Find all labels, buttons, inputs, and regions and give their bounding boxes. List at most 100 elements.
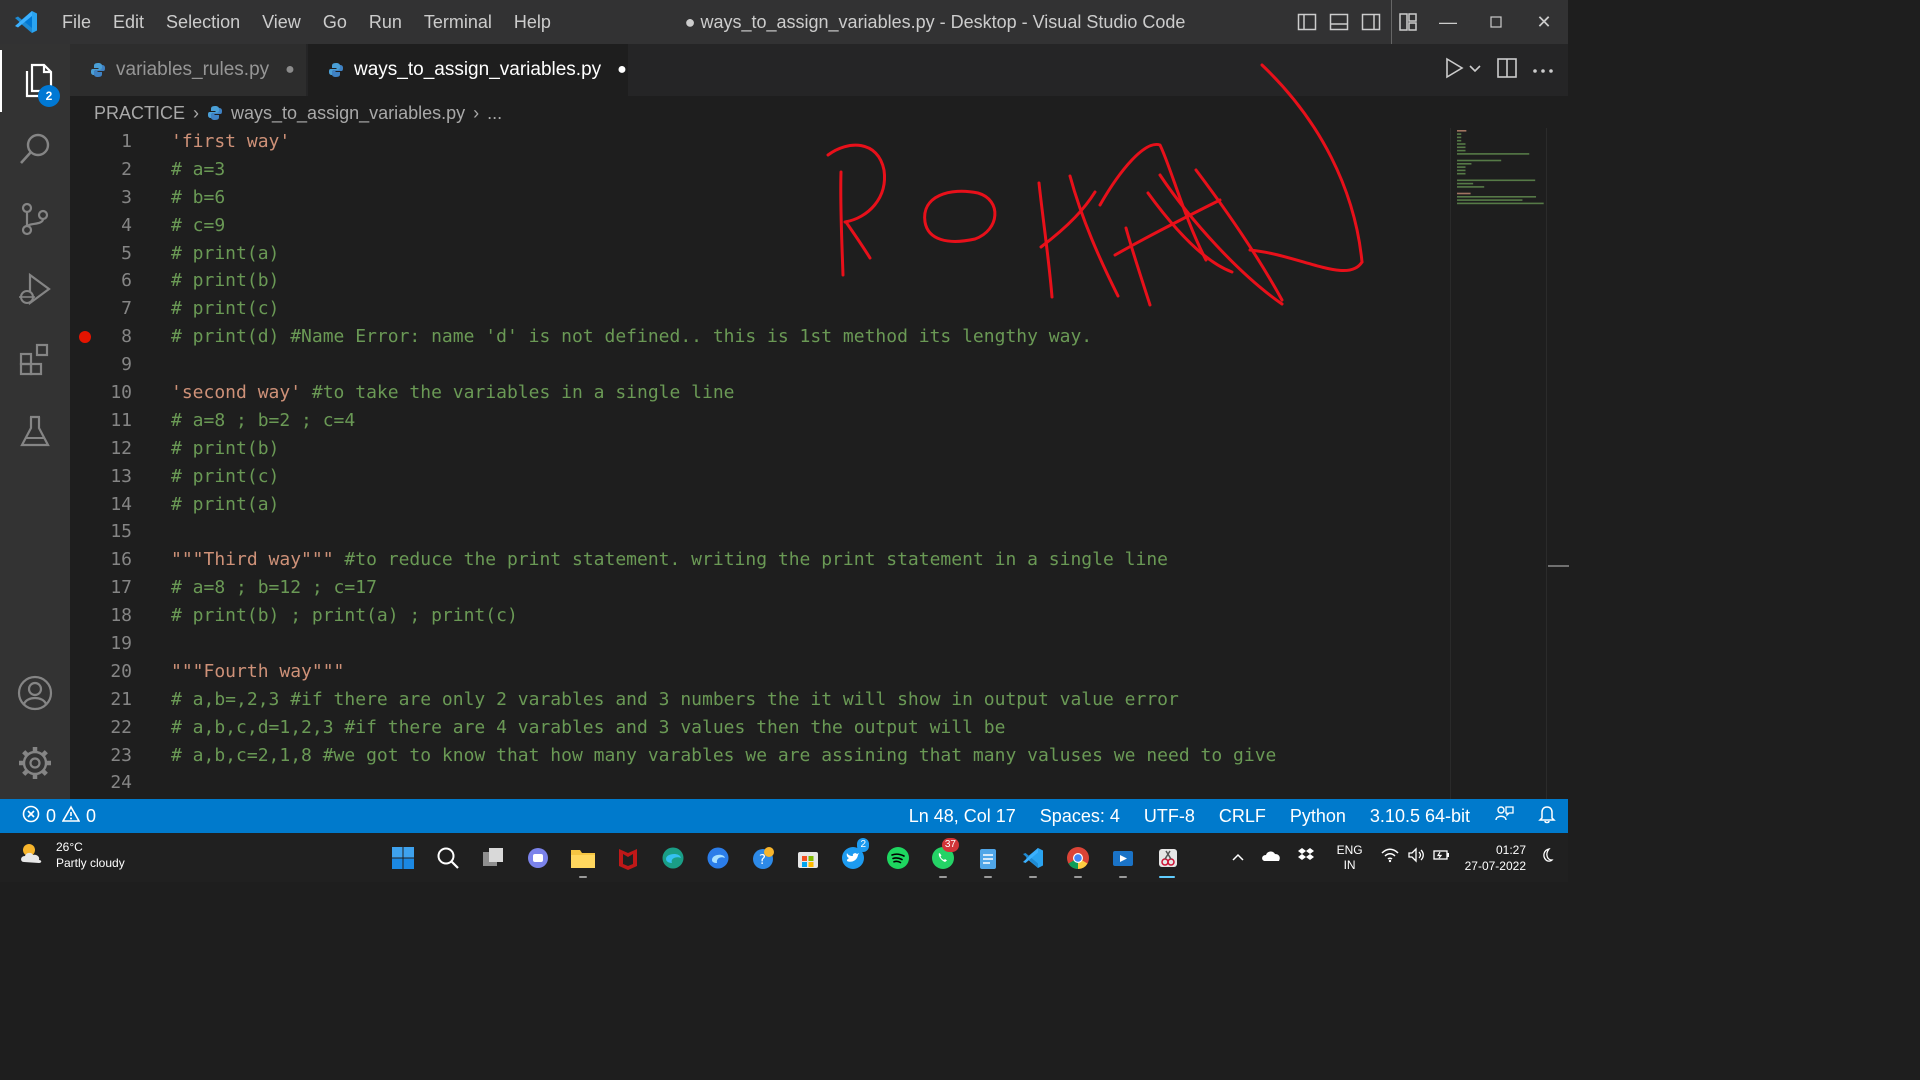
line-number[interactable]: 9 xyxy=(70,351,162,379)
breadcrumb-folder[interactable]: PRACTICE xyxy=(94,103,185,124)
help-tips-icon[interactable]: ? xyxy=(740,833,785,882)
code-line[interactable]: # print(b) ; print(a) ; print(c) xyxy=(171,602,1438,630)
code-line[interactable]: # print(a) xyxy=(171,491,1438,519)
code-line[interactable]: """Fourth way""" xyxy=(171,658,1438,686)
code-line[interactable]: # a=8 ; b=2 ; c=4 xyxy=(171,407,1438,435)
toggle-panel-icon[interactable] xyxy=(1323,0,1355,44)
quiet-hours-moon-icon[interactable] xyxy=(1538,847,1554,868)
editor-scrollbar[interactable] xyxy=(1546,128,1569,799)
code-line[interactable]: # b=6 xyxy=(171,184,1438,212)
breadcrumb-symbol[interactable]: ... xyxy=(487,103,502,124)
explorer-icon[interactable]: 2 xyxy=(0,50,72,112)
line-number[interactable]: 12 xyxy=(70,435,162,463)
line-number[interactable]: 23 xyxy=(70,742,162,770)
file-explorer-icon[interactable] xyxy=(560,833,605,882)
notepad-icon[interactable] xyxy=(965,833,1010,882)
line-number[interactable]: 6 xyxy=(70,267,162,295)
taskbar-search-icon[interactable] xyxy=(425,833,470,882)
testing-icon[interactable] xyxy=(0,400,70,462)
code-line[interactable] xyxy=(171,769,1438,797)
wifi-icon[interactable] xyxy=(1381,847,1399,868)
code-line[interactable] xyxy=(171,630,1438,658)
close-icon[interactable]: ✕ xyxy=(1520,0,1568,44)
dropbox-icon[interactable] xyxy=(1297,847,1315,868)
code-line[interactable]: # a=3 xyxy=(171,156,1438,184)
whatsapp-icon[interactable]: 37 xyxy=(920,833,965,882)
language-mode[interactable]: Python xyxy=(1278,806,1358,827)
unsaved-dot-icon[interactable]: ● xyxy=(617,61,627,79)
run-python-file-icon[interactable] xyxy=(1444,57,1464,84)
extensions-icon[interactable] xyxy=(0,328,70,390)
mcafee-icon[interactable] xyxy=(605,833,650,882)
code-line[interactable]: # a,b=,2,3 #if there are only 2 varables… xyxy=(171,686,1438,714)
line-number[interactable]: 20 xyxy=(70,658,162,686)
line-number[interactable]: 8 xyxy=(70,323,162,351)
line-number[interactable]: 16 xyxy=(70,546,162,574)
edge-browser-icon[interactable] xyxy=(650,833,695,882)
minimap[interactable] xyxy=(1450,128,1547,799)
chevron-down-icon[interactable] xyxy=(1468,61,1482,79)
line-number[interactable]: 11 xyxy=(70,407,162,435)
twitter-icon[interactable]: 2 xyxy=(830,833,875,882)
tab-variables-rules[interactable]: variables_rules.py ● xyxy=(70,44,306,96)
code-line[interactable]: # print(b) xyxy=(171,435,1438,463)
menu-selection[interactable]: Selection xyxy=(155,0,251,44)
spotify-icon[interactable] xyxy=(875,833,920,882)
menu-help[interactable]: Help xyxy=(503,0,562,44)
line-number[interactable]: 17 xyxy=(70,574,162,602)
search-icon[interactable] xyxy=(0,118,70,180)
minimize-icon[interactable]: — xyxy=(1424,0,1472,44)
encoding[interactable]: UTF-8 xyxy=(1132,806,1207,827)
problems-indicator[interactable]: 0 0 xyxy=(0,804,96,828)
line-number[interactable]: 21 xyxy=(70,686,162,714)
line-number[interactable]: 3 xyxy=(70,184,162,212)
media-player-icon[interactable] xyxy=(1100,833,1145,882)
feedback-icon[interactable] xyxy=(1482,804,1526,829)
battery-icon[interactable] xyxy=(1432,847,1451,868)
microsoft-store-icon[interactable] xyxy=(785,833,830,882)
menu-run[interactable]: Run xyxy=(358,0,413,44)
weather-widget[interactable]: 26°C Partly cloudy xyxy=(18,839,125,871)
tab-ways-to-assign-variables[interactable]: ways_to_assign_variables.py ● xyxy=(308,44,628,96)
clock[interactable]: 01:27 27-07-2022 xyxy=(1465,842,1526,874)
show-hidden-icons-icon[interactable] xyxy=(1231,849,1245,867)
teams-chat-icon[interactable] xyxy=(515,833,560,882)
vscode-taskbar-icon[interactable] xyxy=(1010,833,1055,882)
code-line[interactable]: 'first way' xyxy=(171,128,1438,156)
customize-layout-icon[interactable] xyxy=(1391,0,1424,44)
chrome-icon[interactable] xyxy=(1055,833,1100,882)
more-actions-icon[interactable] xyxy=(1532,61,1554,79)
cursor-position[interactable]: Ln 48, Col 17 xyxy=(897,806,1028,827)
code-line[interactable]: # print(a) xyxy=(171,240,1438,268)
code-line[interactable] xyxy=(171,351,1438,379)
maximize-icon[interactable] xyxy=(1472,0,1520,44)
toggle-primary-sidebar-icon[interactable] xyxy=(1291,0,1323,44)
code-line[interactable]: # a,b,c=2,1,8 #we got to know that how m… xyxy=(171,742,1438,770)
code-line[interactable]: """Third way""" #to reduce the print sta… xyxy=(171,546,1438,574)
line-number[interactable]: 10 xyxy=(70,379,162,407)
menu-edit[interactable]: Edit xyxy=(102,0,155,44)
snipping-tool-icon[interactable] xyxy=(1145,833,1190,882)
onedrive-icon[interactable] xyxy=(1261,848,1281,867)
code-line[interactable]: # print(c) xyxy=(171,463,1438,491)
breadcrumb-file[interactable]: ways_to_assign_variables.py xyxy=(231,103,465,124)
code-line[interactable]: # a=8 ; b=12 ; c=17 xyxy=(171,574,1438,602)
code-line[interactable]: # c=9 xyxy=(171,212,1438,240)
line-number[interactable]: 18 xyxy=(70,602,162,630)
task-view-icon[interactable] xyxy=(470,833,515,882)
toggle-secondary-sidebar-icon[interactable] xyxy=(1355,0,1387,44)
windows-start-icon[interactable] xyxy=(380,833,425,882)
notifications-bell-icon[interactable] xyxy=(1526,804,1568,829)
code-line[interactable] xyxy=(171,518,1438,546)
edge-dev-icon[interactable] xyxy=(695,833,740,882)
menu-file[interactable]: File xyxy=(52,0,102,44)
line-number[interactable]: 22 xyxy=(70,714,162,742)
line-number[interactable]: 24 xyxy=(70,769,162,797)
input-language[interactable]: ENG IN xyxy=(1337,843,1363,873)
python-interpreter[interactable]: 3.10.5 64-bit xyxy=(1358,806,1482,827)
line-number[interactable]: 2 xyxy=(70,156,162,184)
line-number[interactable]: 7 xyxy=(70,295,162,323)
line-number[interactable]: 19 xyxy=(70,630,162,658)
split-editor-icon[interactable] xyxy=(1496,57,1518,84)
unsaved-dot-icon[interactable]: ● xyxy=(285,61,295,79)
